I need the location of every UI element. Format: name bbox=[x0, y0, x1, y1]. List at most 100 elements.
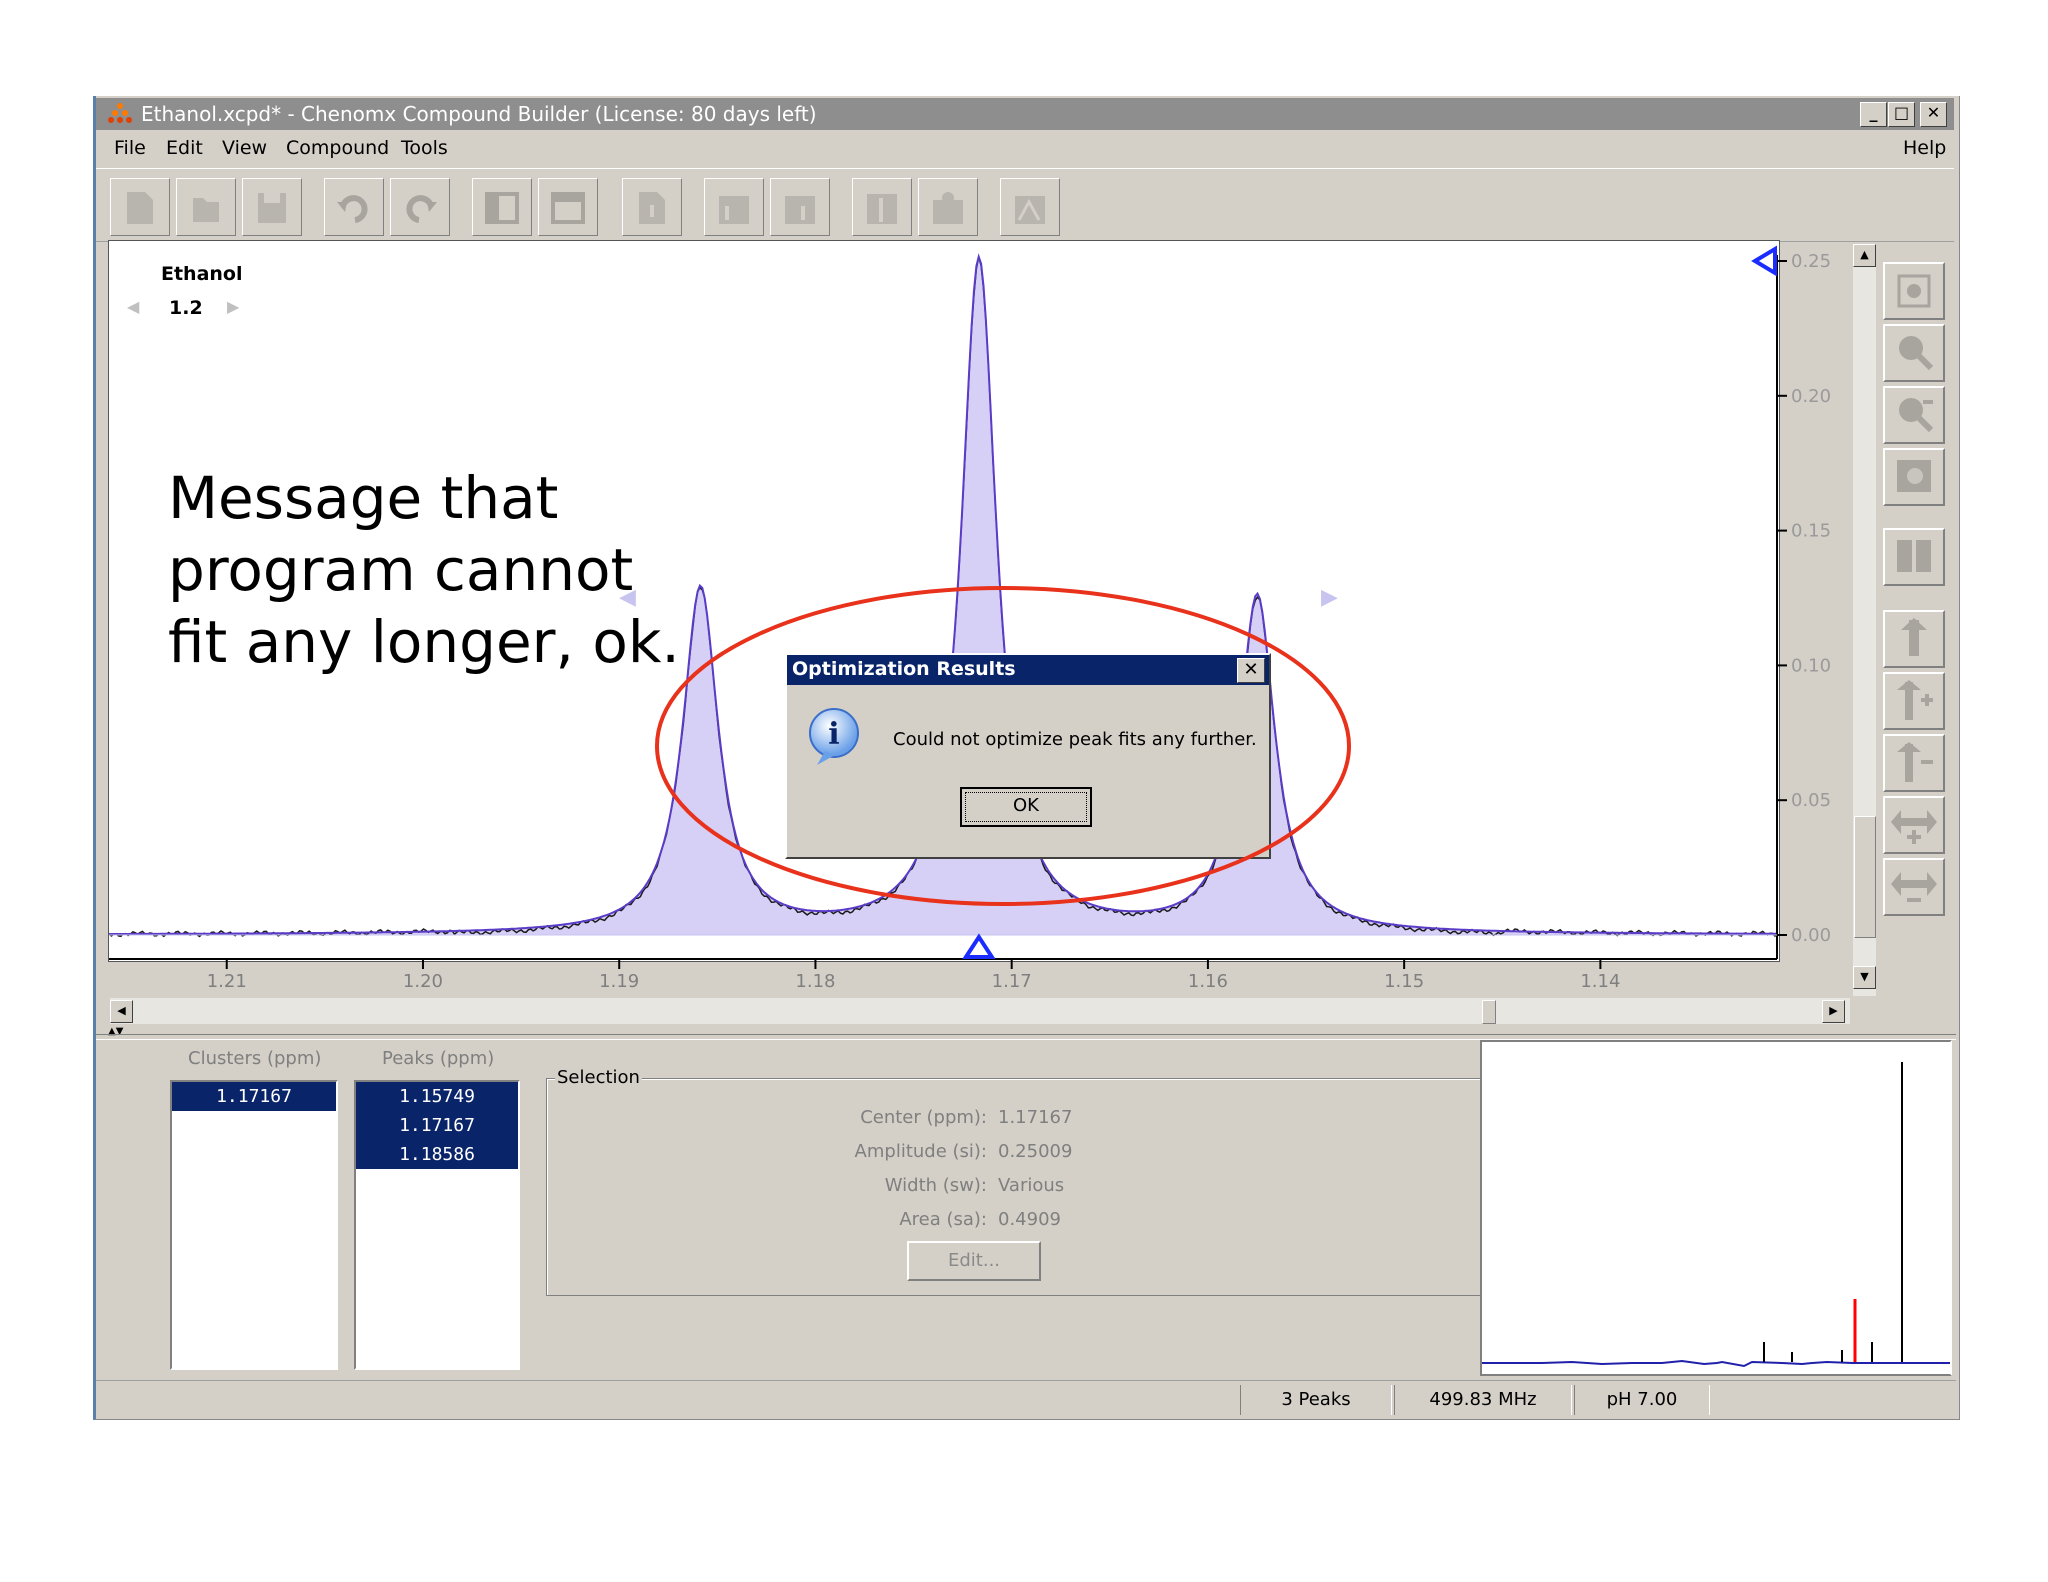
new-document-button[interactable] bbox=[110, 178, 170, 236]
status-ph: pH 7.00 bbox=[1574, 1385, 1710, 1415]
info-document-button[interactable] bbox=[622, 178, 682, 236]
status-bar: 3 Peaks 499.83 MHz pH 7.00 bbox=[96, 1380, 1956, 1419]
amplitude-label: Amplitude (si): bbox=[854, 1141, 987, 1162]
zoom-box-button[interactable] bbox=[1883, 448, 1945, 506]
cluster-prev-arrow-icon[interactable]: ◀ bbox=[127, 297, 139, 316]
zoom-in-icon bbox=[1899, 336, 1934, 371]
undo-icon bbox=[337, 195, 368, 223]
center-value: 1.17167 bbox=[998, 1107, 1073, 1128]
vertical-shift-button[interactable] bbox=[1883, 610, 1945, 668]
save-icon bbox=[258, 193, 286, 223]
horizontal-expand-button[interactable] bbox=[1883, 796, 1945, 854]
width-label: Width (sw): bbox=[884, 1175, 987, 1196]
menu-file[interactable]: File bbox=[114, 137, 146, 159]
selection-group: Selection Center (ppm): 1.17167 Amplitud… bbox=[546, 1067, 1506, 1296]
list-item[interactable]: 1.17167 bbox=[172, 1082, 336, 1111]
cluster-chart-button[interactable] bbox=[852, 178, 912, 236]
compound-name-label: Ethanol bbox=[161, 263, 243, 285]
toolbar bbox=[96, 168, 1954, 242]
columns-button[interactable] bbox=[1883, 528, 1945, 586]
cluster-edit-button[interactable] bbox=[918, 178, 978, 236]
window-title: Ethanol.xcpd* - Chenomx Compound Builder… bbox=[141, 102, 817, 126]
horizontal-scrollbar[interactable]: ◀ ▶ bbox=[110, 998, 1850, 1024]
menu-view[interactable]: View bbox=[222, 137, 267, 159]
panel-left-icon bbox=[485, 192, 519, 224]
menu-compound[interactable]: Compound bbox=[286, 137, 389, 159]
cluster-chart-icon bbox=[867, 194, 897, 224]
vertical-shrink-icon bbox=[1897, 742, 1933, 782]
cluster-edit-icon bbox=[933, 192, 963, 224]
menu-edit[interactable]: Edit bbox=[166, 137, 203, 159]
vertical-shrink-button[interactable] bbox=[1883, 734, 1945, 792]
menu-help[interactable]: Help bbox=[1903, 137, 1946, 159]
zoom-box-icon bbox=[1897, 460, 1931, 492]
zoom-fit-icon bbox=[1897, 274, 1931, 308]
clusters-list[interactable]: 1.17167 bbox=[170, 1080, 338, 1370]
panel-left-button[interactable] bbox=[472, 178, 532, 236]
redo-icon bbox=[406, 195, 437, 223]
scroll-left-arrow-icon[interactable]: ◀ bbox=[110, 1000, 133, 1023]
add-chart-icon bbox=[719, 196, 749, 224]
redo-button[interactable] bbox=[390, 178, 450, 236]
info-document-icon bbox=[639, 192, 665, 224]
undo-button[interactable] bbox=[324, 178, 384, 236]
open-button[interactable] bbox=[176, 178, 236, 236]
scroll-up-arrow-icon[interactable]: ▲ bbox=[1853, 244, 1876, 267]
menu-bar: File Edit View Compound Tools Help bbox=[96, 132, 1954, 166]
status-peaks: 3 Peaks bbox=[1240, 1385, 1392, 1415]
vertical-scrollbar[interactable]: ▲ ▼ bbox=[1853, 244, 1876, 996]
center-marker-icon[interactable] bbox=[962, 933, 996, 959]
remove-chart-icon bbox=[785, 196, 815, 224]
vertical-shift-icon bbox=[1901, 618, 1927, 656]
horizontal-expand-icon bbox=[1891, 810, 1937, 844]
peaks-list[interactable]: 1.15749 1.17167 1.18586 bbox=[354, 1080, 520, 1370]
open-icon bbox=[193, 198, 219, 222]
details-panel: Clusters (ppm) 1.17167 Peaks (ppm) 1.157… bbox=[96, 1040, 1956, 1380]
horizontal-shrink-button[interactable] bbox=[1883, 858, 1945, 916]
vertical-expand-button[interactable] bbox=[1883, 672, 1945, 730]
vertical-scroll-thumb[interactable] bbox=[1854, 816, 1876, 938]
cluster-value-label: 1.2 bbox=[169, 297, 203, 319]
list-item[interactable]: 1.17167 bbox=[356, 1111, 518, 1140]
list-item[interactable]: 1.18586 bbox=[356, 1140, 518, 1169]
annotation-text: Message that program cannot fit any long… bbox=[168, 464, 680, 676]
peak-chart-icon bbox=[1015, 196, 1045, 224]
remove-chart-button[interactable] bbox=[770, 178, 830, 236]
area-value: 0.4909 bbox=[998, 1209, 1061, 1230]
panel-right-button[interactable] bbox=[538, 178, 598, 236]
save-button[interactable] bbox=[242, 178, 302, 236]
amplitude-value: 0.25009 bbox=[998, 1141, 1073, 1162]
cluster-next-arrow-icon[interactable]: ▶ bbox=[227, 297, 239, 316]
maximize-button[interactable]: □ bbox=[1888, 102, 1915, 127]
zoom-out-button[interactable] bbox=[1883, 386, 1945, 444]
center-label: Center (ppm): bbox=[860, 1107, 987, 1128]
status-frequency: 499.83 MHz bbox=[1394, 1385, 1572, 1415]
scroll-right-arrow-icon[interactable]: ▶ bbox=[1822, 1000, 1845, 1023]
horizontal-scroll-thumb[interactable] bbox=[1482, 1000, 1496, 1024]
new-document-icon bbox=[127, 192, 153, 224]
columns-icon bbox=[1897, 540, 1931, 572]
highlight-ellipse bbox=[655, 586, 1351, 906]
zoom-toolbar bbox=[1880, 252, 1950, 942]
selection-group-label: Selection bbox=[555, 1067, 642, 1088]
title-bar[interactable]: Ethanol.xcpd* - Chenomx Compound Builder… bbox=[96, 98, 1954, 130]
y-scale-marker-icon[interactable] bbox=[1751, 245, 1777, 277]
peaks-header: Peaks (ppm) bbox=[382, 1048, 495, 1069]
overview-spectrum-plot bbox=[1482, 1062, 1950, 1368]
close-button[interactable]: ✕ bbox=[1920, 102, 1947, 127]
list-item[interactable]: 1.15749 bbox=[356, 1082, 518, 1111]
panel-right-icon bbox=[551, 192, 585, 224]
width-value: Various bbox=[998, 1175, 1065, 1196]
peak-chart-button[interactable] bbox=[1000, 178, 1060, 236]
zoom-out-icon bbox=[1899, 398, 1934, 433]
add-chart-button[interactable] bbox=[704, 178, 764, 236]
overview-spectrum[interactable] bbox=[1480, 1040, 1952, 1376]
minimize-button[interactable]: _ bbox=[1860, 102, 1887, 127]
vertical-expand-icon bbox=[1897, 680, 1933, 720]
zoom-fit-button[interactable] bbox=[1883, 262, 1945, 320]
horizontal-shrink-icon bbox=[1891, 872, 1937, 902]
zoom-in-button[interactable] bbox=[1883, 324, 1945, 382]
scroll-down-arrow-icon[interactable]: ▼ bbox=[1853, 966, 1876, 989]
edit-button[interactable]: Edit... bbox=[907, 1241, 1041, 1281]
menu-tools[interactable]: Tools bbox=[401, 137, 448, 159]
